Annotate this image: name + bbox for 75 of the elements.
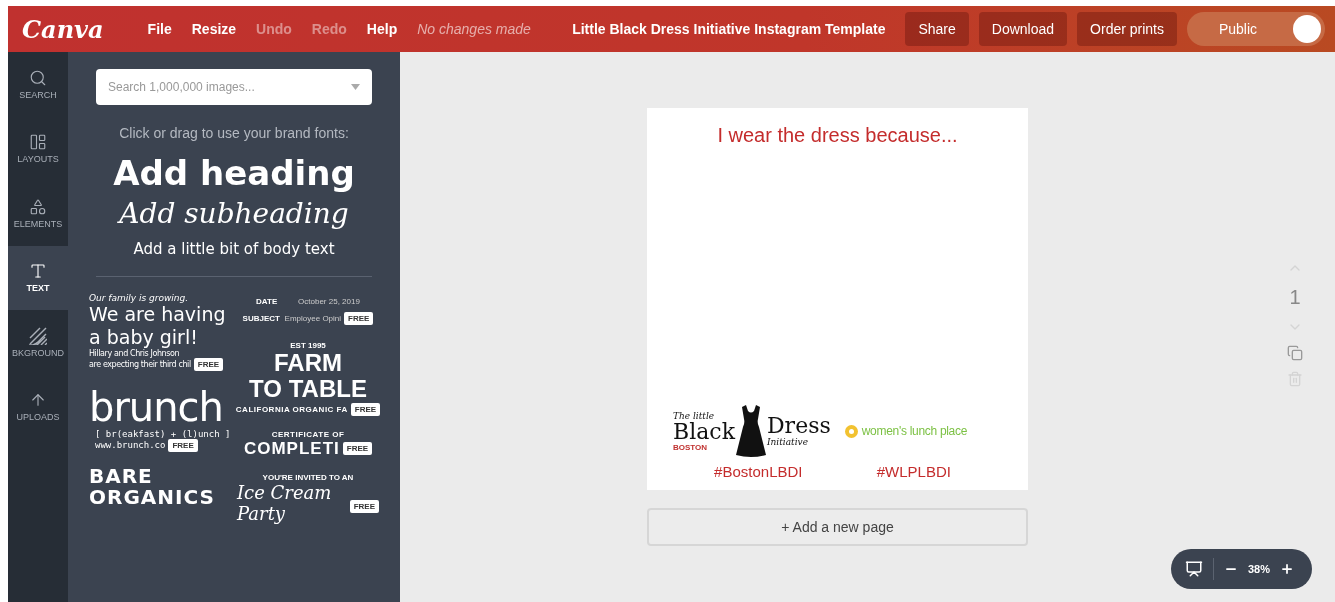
template-text: FARM: [274, 350, 342, 377]
logo-text: Black: [673, 420, 735, 443]
toolbar-button[interactable]: Download: [978, 12, 1068, 46]
template-text: CALIFORNIA ORGANIC FA: [235, 404, 348, 414]
free-badge: FREE: [350, 402, 381, 416]
text-icon: [29, 262, 47, 281]
template-text: YOU'RE INVITED TO AN: [262, 472, 354, 482]
template-text: Ice Cream Party: [237, 481, 333, 524]
template-text: Our family is growing.: [89, 293, 189, 303]
template-text: www.brunch.co: [95, 440, 166, 451]
template-text: October 25, 2019: [298, 297, 360, 306]
logo-text: Initiative: [767, 437, 809, 447]
text-template[interactable]: Our family is growing. We are having a baby girl! Hillary and Chris Johnson are expecting their third chil FREE: [89, 293, 237, 371]
template-text: CERTIFICATE OF: [271, 429, 345, 439]
logo-text: women's lunch place: [861, 424, 968, 438]
free-badge: FREE: [349, 500, 379, 514]
panel-hint: Click or drag to use your brand fonts:: [119, 125, 349, 141]
template-text: brunch: [89, 384, 223, 429]
text-template[interactable]: CERTIFICATE OF COMPLETI FREE: [237, 429, 379, 459]
template-text: Hillary and Chris Johnson: [89, 348, 180, 358]
copy-icon[interactable]: [1287, 345, 1303, 361]
add-body-text-button[interactable]: Add a little bit of body text: [133, 240, 335, 258]
sidebar-tab[interactable]: TEXT: [8, 245, 68, 310]
logo-text: Dress: [767, 415, 831, 437]
shapes-icon: [29, 197, 47, 216]
free-badge: FREE: [168, 438, 198, 452]
text-template[interactable]: DATE October 25, 2019 SUBJECT Employee Opini FREE: [237, 293, 379, 327]
search-field[interactable]: Search 1,000,000 images...: [96, 69, 372, 105]
menu-item[interactable]: Resize: [181, 21, 247, 37]
toolbar-button[interactable]: Order prints: [1077, 12, 1177, 46]
template-text: ORGANICS: [89, 486, 215, 508]
menu-item[interactable]: File: [137, 21, 182, 37]
template-text: COMPLETI: [243, 438, 340, 459]
add-page-button[interactable]: + Add a new page: [647, 508, 1028, 546]
hashtag: #BostonLBDI: [714, 463, 803, 480]
zoom-in-icon[interactable]: [1280, 562, 1295, 576]
text-template[interactable]: brunch [ br(eakfast) + (l)unch ] www.brunch.co FREE: [89, 384, 237, 452]
design-page[interactable]: I wear the dress because... The little Black BOSTON Dress Initiative women's lunch place #BostonLBDI #WLPLBDI: [647, 108, 1028, 490]
template-text: TO TABLE: [249, 376, 367, 403]
template-text: EST 1995: [290, 341, 326, 350]
save-status: No changes made: [417, 21, 531, 37]
add-subheading-button[interactable]: Add subheading: [119, 197, 349, 230]
add-heading-button[interactable]: Add heading: [113, 153, 355, 193]
template-text: a baby girl!: [89, 325, 198, 349]
hatch-icon: [29, 326, 47, 345]
caret-icon: [351, 84, 360, 90]
free-badge: FREE: [342, 442, 373, 456]
search-icon: [29, 68, 47, 87]
template-text: SUBJECT: [242, 314, 279, 323]
flower-icon: [844, 424, 858, 438]
free-badge: FREE: [193, 357, 224, 371]
template-text: are expecting their third chil: [89, 359, 191, 369]
text-template[interactable]: EST 1995 FARM TO TABLE CALIFORNIA ORGANIC FA FREE: [237, 341, 379, 416]
toolbar-button[interactable]: Share: [905, 12, 969, 46]
document-title[interactable]: Little Black Dress Initiative Instagram Template: [572, 21, 886, 37]
template-text: DATE: [256, 297, 279, 306]
presentation-icon[interactable]: [1185, 560, 1203, 578]
text-template[interactable]: BARE ORGANICS: [89, 465, 237, 508]
layout-icon: [29, 133, 47, 152]
zoom-level: 38%: [1248, 563, 1271, 575]
logo[interactable]: Canva: [22, 14, 104, 44]
menu-item[interactable]: Help: [356, 21, 408, 37]
free-badge: FREE: [344, 312, 374, 325]
template-text: [ br(eakfast) + (l)unch ]: [95, 428, 231, 439]
logo-text: BOSTON: [673, 442, 709, 452]
dress-icon: [735, 405, 767, 457]
template-text: We are having: [89, 303, 226, 326]
logo-text: The little: [673, 410, 716, 421]
page-number: 1: [1289, 286, 1301, 309]
template-text: Employee Opini: [284, 314, 342, 323]
visibility-toggle[interactable]: Public: [1187, 12, 1325, 46]
template-text: BARE: [89, 465, 153, 487]
text-template[interactable]: YOU'RE INVITED TO AN Ice Cream Party FREE: [237, 472, 379, 532]
hashtag: #WLPLBDI: [876, 463, 951, 480]
design-heading: I wear the dress because...: [717, 124, 958, 147]
